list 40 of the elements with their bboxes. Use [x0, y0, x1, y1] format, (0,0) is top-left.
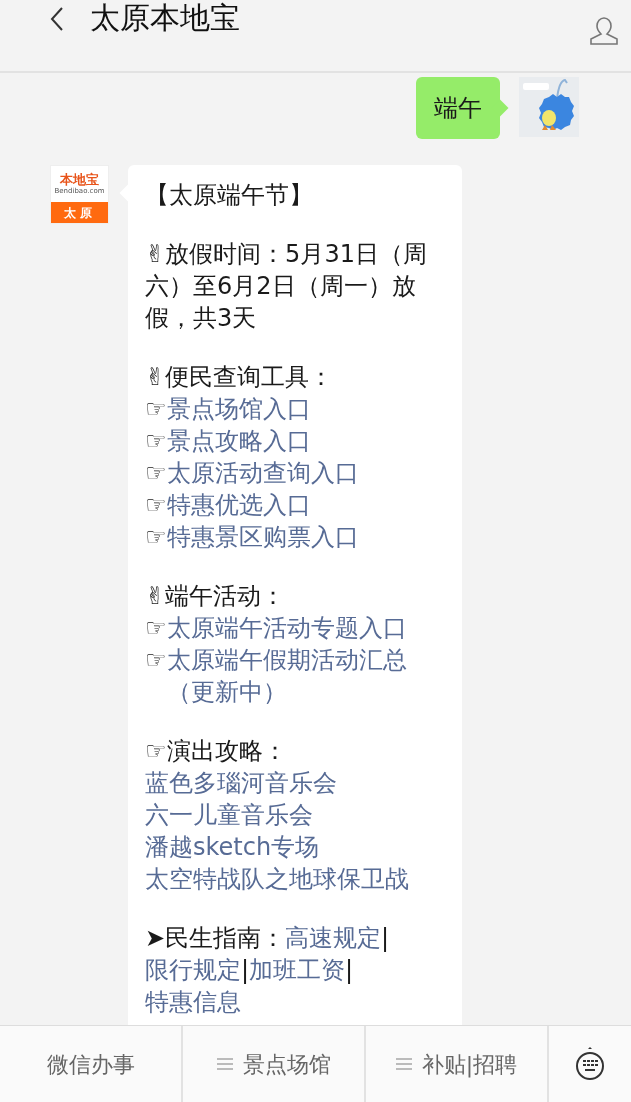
hand-marker: ☞: [145, 645, 167, 676]
link[interactable]: 太原活动查询入口: [166, 457, 359, 489]
message-text: ✌放假时间：5月31日（周六）至6月2日（周一）放假，共3天: [145, 239, 428, 334]
link[interactable]: 特惠信息: [145, 988, 241, 1016]
link[interactable]: 太原端午假期活动汇总（更新中）: [166, 644, 448, 708]
hand-marker: ☞: [145, 394, 167, 425]
link[interactable]: 六一儿童音乐会: [145, 799, 313, 831]
message-text: ☞演出攻略：: [145, 736, 288, 767]
message-text: 【太原端午节】: [145, 180, 314, 211]
message-text: ✌端午活动：: [145, 581, 287, 612]
hand-marker: ☞: [145, 426, 167, 457]
link[interactable]: 太原端午活动专题入口: [166, 612, 407, 644]
message-text: ✌便民查询工具：: [145, 362, 335, 393]
link[interactable]: 太空特战队之地球保卫战: [145, 863, 409, 895]
menu-button[interactable]: 景点场馆: [183, 1026, 366, 1102]
message-text: |: [345, 956, 354, 984]
hand-marker: ☞: [145, 613, 167, 644]
link[interactable]: 限行规定: [145, 956, 241, 984]
hand-marker: ☞: [145, 458, 167, 489]
message-text: |: [241, 956, 250, 984]
link[interactable]: 蓝色多瑙河音乐会: [145, 767, 337, 799]
link[interactable]: 景点场馆入口: [166, 393, 311, 425]
window-title: 太原本地宝: [90, 0, 240, 36]
message-text: |: [381, 924, 390, 952]
link[interactable]: 潘越sketch专场: [145, 831, 320, 863]
keyboard-icon[interactable]: [575, 1047, 605, 1081]
menu-button[interactable]: 补贴|招聘: [366, 1026, 549, 1102]
link[interactable]: 景点攻略入口: [166, 425, 311, 457]
link[interactable]: 加班工资: [249, 956, 346, 984]
menu-button[interactable]: 微信办事: [0, 1026, 183, 1102]
message-text: ➤民生指南：: [145, 924, 286, 952]
hand-marker: ☞: [145, 490, 167, 521]
hand-marker: ☞: [145, 522, 167, 553]
logo-city: 太原: [51, 202, 108, 223]
back-icon[interactable]: [50, 6, 64, 32]
logo-brand: 本地宝: [60, 173, 99, 187]
link[interactable]: 特惠优选入口: [166, 489, 311, 521]
person-icon[interactable]: [589, 16, 619, 46]
link[interactable]: 高速规定: [285, 924, 382, 952]
link[interactable]: 特惠景区购票入口: [166, 521, 359, 553]
